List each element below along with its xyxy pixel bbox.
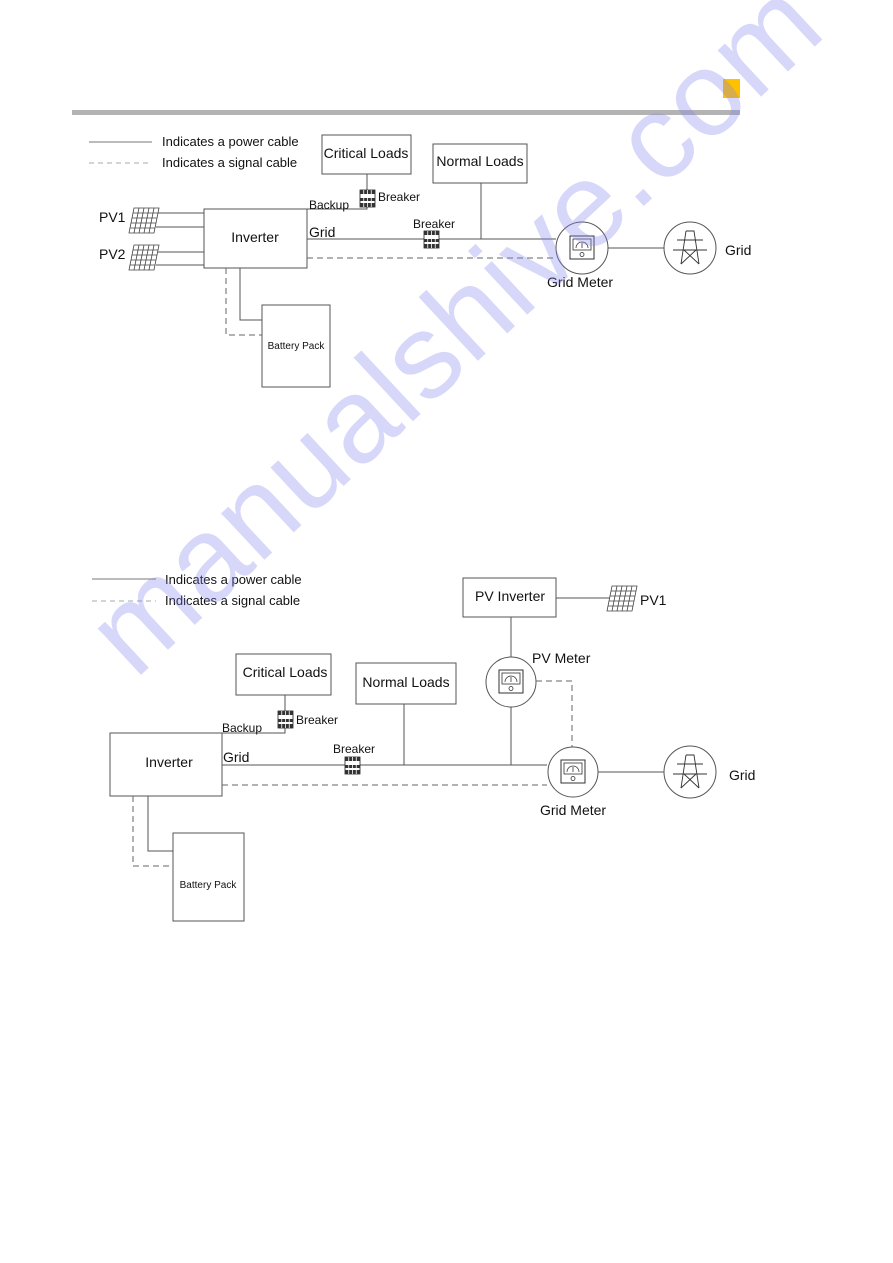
breaker-icon [277,710,294,729]
battery-pack-label: Battery Pack [180,880,238,891]
grid-port-label: Grid [223,749,249,765]
battery-pack-label: Battery Pack [268,341,326,352]
inverter-label: Inverter [231,229,279,245]
diagram-1: Indicates a power cable Indicates a sign… [89,134,751,388]
critical-loads-label: Critical Loads [324,145,409,161]
pv-panel-icon [128,207,160,234]
signal-cable-legend-label: Indicates a signal cable [162,155,297,170]
meter-icon [560,759,586,784]
signal-cable-legend-label: Indicates a signal cable [165,593,300,608]
pv-panel-icon [128,244,160,271]
pv1-label: PV1 [99,209,126,225]
backup-breaker-label: Breaker [378,190,420,204]
grid-tower-ring [663,745,717,799]
meter-icon [569,235,595,260]
battery-power-cable [147,796,173,852]
pv-meter-signal-cable [536,680,573,748]
backup-port-label: Backup [222,721,262,735]
backup-breaker-label: Breaker [296,713,338,727]
meter-icon [498,669,524,694]
pv-inverter-label: PV Inverter [475,588,545,604]
breaker-icon [344,756,361,775]
legend: Indicates a power cable Indicates a sign… [89,134,299,170]
pv2-label: PV2 [99,246,126,262]
grid-port-label: Grid [309,224,335,240]
grid-label: Grid [725,242,751,258]
battery-signal-cable [132,796,173,867]
battery-signal-cable [225,268,262,336]
critical-loads-label: Critical Loads [243,664,328,680]
pv1-label: PV1 [640,592,667,608]
grid-breaker-label: Breaker [413,217,455,231]
grid-meter-label: Grid Meter [547,274,613,290]
legend: Indicates a power cable Indicates a sign… [92,572,302,608]
pv-meter-label: PV Meter [532,650,591,666]
inverter-label: Inverter [145,754,193,770]
grid-label: Grid [729,767,755,783]
grid-breaker-label: Breaker [333,742,375,756]
power-cable-legend-label: Indicates a power cable [165,572,302,587]
grid-meter-label: Grid Meter [540,802,606,818]
breaker-icon [423,230,440,249]
normal-loads-label: Normal Loads [436,153,523,169]
wiring-diagrams: Indicates a power cable Indicates a sign… [89,134,755,922]
battery-power-cable [239,268,262,321]
battery-pack-box [172,832,245,922]
grid-tower-ring [663,221,717,275]
normal-loads-label: Normal Loads [362,674,449,690]
breaker-icon [359,189,376,208]
power-cable-legend-label: Indicates a power cable [162,134,299,149]
backup-port-label: Backup [309,198,349,212]
diagram-2: Indicates a power cable Indicates a sign… [92,572,755,922]
pv-panel-icon [606,585,638,612]
